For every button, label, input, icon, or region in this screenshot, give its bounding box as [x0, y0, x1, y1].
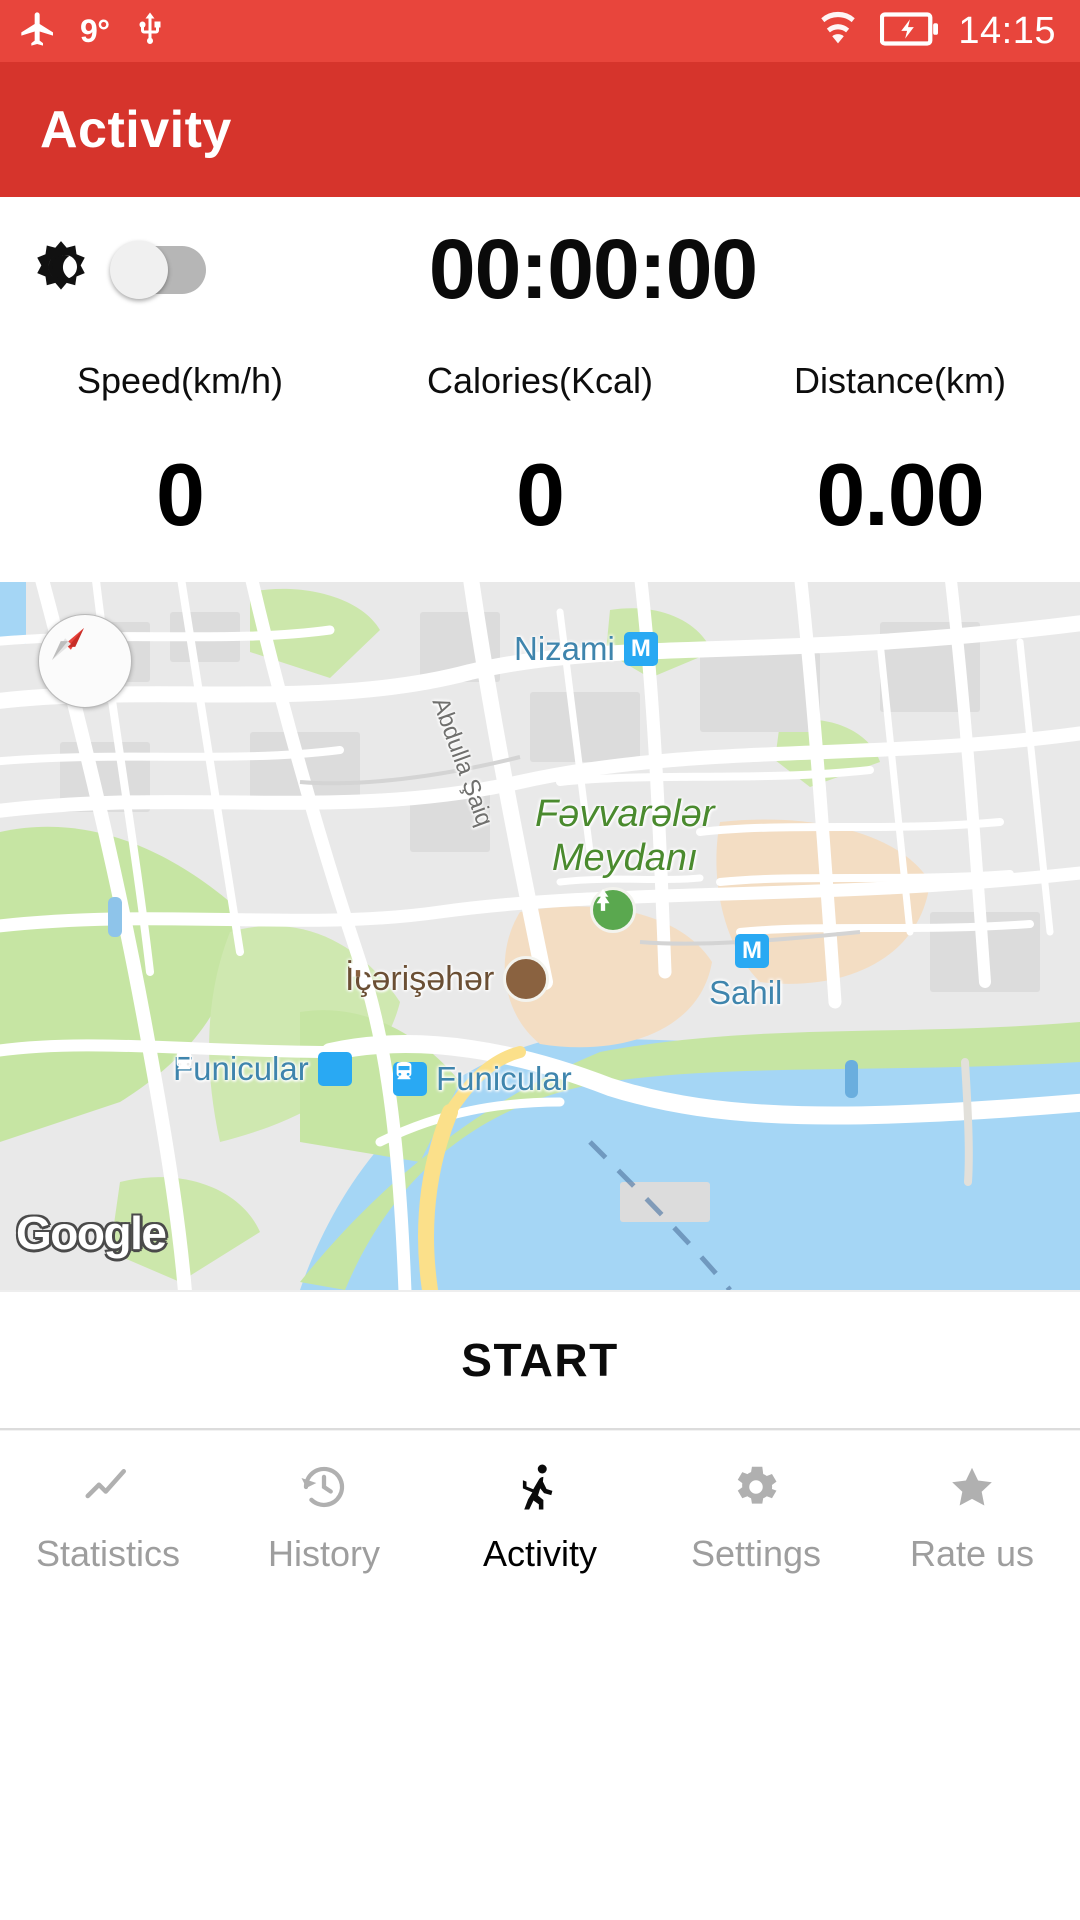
- activity-screen: 9° 14:15 Activity 00:00:00 Speed(km/h) 0…: [0, 0, 1080, 1920]
- app-bar: Activity: [0, 62, 1080, 197]
- stat-label: Calories(Kcal): [426, 360, 654, 401]
- stat-value: 0.00: [816, 445, 984, 544]
- map-poi-park-badge[interactable]: [590, 887, 636, 933]
- timer-panel: 00:00:00: [0, 197, 1080, 342]
- map-poi-sahil-badge[interactable]: M: [735, 934, 769, 968]
- nav-item-label: Statistics: [35, 1533, 181, 1574]
- stat-distance: Distance(km) 0.00: [720, 360, 1080, 582]
- castle-badge-icon: [349, 956, 550, 1002]
- page-title: Activity: [40, 100, 232, 159]
- nav-item-label: Rate us: [909, 1533, 1035, 1574]
- map-label-text: Fəvvarələr: [535, 793, 715, 835]
- nav-item-label: History: [267, 1533, 380, 1574]
- stat-speed: Speed(km/h) 0: [0, 360, 360, 582]
- map-label-funicular-left[interactable]: Funicular: [173, 1050, 352, 1088]
- start-button[interactable]: START: [0, 1290, 1080, 1430]
- nav-item-statistics[interactable]: Statistics: [0, 1459, 216, 1575]
- status-bar-left: 9°: [18, 9, 190, 54]
- wifi-icon: [816, 11, 860, 52]
- airplane-icon: [18, 9, 58, 54]
- map-label-funicular-right[interactable]: Funicular: [393, 1060, 572, 1098]
- line-chart-icon: [80, 1459, 136, 1515]
- stat-value: 0: [516, 445, 565, 544]
- nav-item-rate-us[interactable]: Rate us: [864, 1459, 1080, 1575]
- map-label-nizami[interactable]: Nizami M: [514, 630, 658, 668]
- map-label-text: Sahil: [709, 974, 783, 1011]
- nav-item-settings[interactable]: Settings: [648, 1459, 864, 1575]
- stats-row: Speed(km/h) 0 Calories(Kcal) 0 Distance(…: [0, 342, 1080, 582]
- bottom-navigation: Statistics History Activity Settings Rat: [0, 1430, 1080, 1920]
- clock-restore-icon: [296, 1459, 352, 1515]
- stat-label: Speed(km/h): [76, 360, 284, 401]
- walking-person-icon: [512, 1459, 568, 1515]
- stat-label: Distance(km): [793, 360, 1007, 401]
- status-bar-clock: 14:15: [958, 9, 1056, 52]
- map-label-fevvareler-meydani[interactable]: Fəvvarələr Meydanı: [535, 793, 715, 880]
- rail-badge-icon: [393, 1061, 427, 1096]
- usb-icon: [132, 9, 168, 54]
- metro-m-badge-icon: M: [735, 934, 769, 968]
- start-button-label: START: [461, 1334, 619, 1386]
- dark-mode-toggle[interactable]: [110, 240, 206, 299]
- google-watermark: Google: [16, 1207, 167, 1259]
- gear-icon: [728, 1459, 784, 1515]
- stat-value: 0: [156, 445, 205, 544]
- nav-item-label: Settings: [690, 1533, 822, 1574]
- map-label-text-line2: Meydanı: [551, 836, 698, 879]
- toggle-knob[interactable]: [110, 240, 168, 299]
- star-icon: [944, 1459, 1000, 1515]
- nav-item-activity[interactable]: Activity: [432, 1459, 648, 1575]
- nav-item-label: Activity: [482, 1533, 597, 1574]
- nav-item-history[interactable]: History: [216, 1459, 432, 1575]
- elapsed-time: 00:00:00: [428, 222, 758, 316]
- park-tree-badge-icon: [590, 887, 636, 933]
- battery-charging-icon: [880, 11, 939, 52]
- rail-badge-icon: [176, 1051, 352, 1086]
- status-bar: 9° 14:15: [0, 0, 1080, 62]
- stat-calories: Calories(Kcal) 0: [360, 360, 720, 582]
- map-label-text: Nizami: [514, 630, 615, 667]
- metro-m-badge-icon: M: [623, 632, 658, 666]
- temperature-indicator: 9°: [80, 12, 110, 49]
- brightness-moon-icon: [30, 239, 92, 301]
- map-label-icerisehar[interactable]: İçərişəhər: [345, 956, 550, 1002]
- map-label-sahil[interactable]: Sahil: [709, 974, 782, 1012]
- status-bar-right: 14:15: [796, 10, 1056, 53]
- map-label-text: Funicular: [436, 1060, 572, 1097]
- map-view[interactable]: Nizami M Fəvvarələr Meydanı İçərişəhər M…: [0, 582, 1080, 1290]
- compass-control[interactable]: [38, 614, 132, 708]
- map-canvas: [0, 582, 1080, 1290]
